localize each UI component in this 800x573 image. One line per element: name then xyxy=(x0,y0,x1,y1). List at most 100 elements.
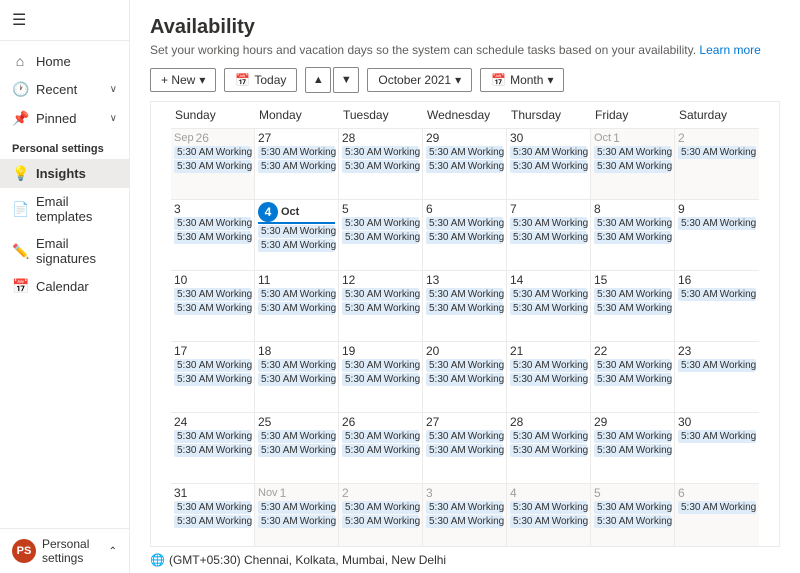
calendar-cell[interactable]: 65:30 AMWorking↻5:30 AMWorking xyxy=(423,200,507,270)
calendar-cell[interactable]: 215:30 AMWorking↻5:30 AMWorking xyxy=(507,342,591,412)
working-bar[interactable]: 5:30 AMWorking↻ xyxy=(594,146,671,159)
view-selector[interactable]: 📅 Month ▾ xyxy=(480,68,564,92)
working-bar[interactable]: 5:30 AMWorking↻ xyxy=(426,359,503,372)
working-bar[interactable]: 5:30 AMWorking xyxy=(174,302,251,315)
calendar-cell[interactable]: 205:30 AMWorking↻5:30 AMWorking xyxy=(423,342,507,412)
working-bar[interactable]: 5:30 AMWorking xyxy=(594,515,671,528)
working-bar[interactable]: 5:30 AMWorking xyxy=(342,302,419,315)
calendar-cell[interactable]: 275:30 AMWorking↻5:30 AMWorking xyxy=(255,129,339,199)
working-bar[interactable]: 5:30 AMWorking↻ xyxy=(174,146,251,159)
working-bar[interactable]: 5:30 AMWorking xyxy=(342,373,419,386)
working-bar[interactable]: 5:30 AMWorking↻ xyxy=(174,217,251,230)
calendar-cell[interactable]: 305:30 AMWorking↻5:30 AMWorking xyxy=(507,129,591,199)
working-bar[interactable]: 5:30 AMWorking↻ xyxy=(342,359,419,372)
calendar-cell[interactable]: 285:30 AMWorking↻5:30 AMWorking xyxy=(507,413,591,483)
working-bar[interactable]: 5:30 AMWorking xyxy=(510,160,587,173)
calendar-cell[interactable]: 175:30 AMWorking↻5:30 AMWorking xyxy=(171,342,255,412)
working-bar[interactable]: 5:30 AMWorking↻ xyxy=(342,146,419,159)
sidebar-item-email-signatures[interactable]: ✏️ Email signatures xyxy=(0,230,129,272)
calendar-cell[interactable]: 75:30 AMWorking↻5:30 AMWorking xyxy=(507,200,591,270)
working-bar[interactable]: 5:30 AMWorking xyxy=(678,217,756,230)
month-selector[interactable]: October 2021 ▾ xyxy=(367,68,472,92)
working-bar[interactable]: 5:30 AMWorking xyxy=(510,444,587,457)
working-bar[interactable]: 5:30 AMWorking xyxy=(174,373,251,386)
working-bar[interactable]: 5:30 AMWorking xyxy=(510,373,587,386)
working-bar[interactable]: 5:30 AMWorking↻ xyxy=(426,217,503,230)
working-bar[interactable]: 5:30 AMWorking↻ xyxy=(258,288,335,301)
calendar-cell[interactable]: 4Oct5:30 AMWorking↻5:30 AMWorking xyxy=(255,200,339,270)
working-bar[interactable]: 5:30 AMWorking xyxy=(174,231,251,244)
working-bar[interactable]: 5:30 AMWorking↻ xyxy=(510,430,587,443)
calendar-cell[interactable]: 305:30 AMWorking xyxy=(675,413,759,483)
calendar-cell[interactable]: 265:30 AMWorking↻5:30 AMWorking xyxy=(339,413,423,483)
working-bar[interactable]: 5:30 AMWorking xyxy=(678,359,756,372)
new-button[interactable]: + New ▾ xyxy=(150,68,216,92)
working-bar[interactable]: 5:30 AMWorking↻ xyxy=(510,359,587,372)
working-bar[interactable]: 5:30 AMWorking xyxy=(258,444,335,457)
calendar-cell[interactable]: 235:30 AMWorking xyxy=(675,342,759,412)
today-button[interactable]: 📅 Today xyxy=(224,68,297,92)
calendar-cell[interactable]: 275:30 AMWorking↻5:30 AMWorking xyxy=(423,413,507,483)
working-bar[interactable]: 5:30 AMWorking xyxy=(258,239,335,252)
calendar-cell[interactable]: 95:30 AMWorking xyxy=(675,200,759,270)
working-bar[interactable]: 5:30 AMWorking↻ xyxy=(594,288,671,301)
working-bar[interactable]: 5:30 AMWorking↻ xyxy=(174,288,251,301)
calendar-cell[interactable]: 155:30 AMWorking↻5:30 AMWorking xyxy=(591,271,675,341)
working-bar[interactable]: 5:30 AMWorking↻ xyxy=(426,430,503,443)
calendar-cell[interactable]: 295:30 AMWorking↻5:30 AMWorking xyxy=(591,413,675,483)
working-bar[interactable]: 5:30 AMWorking xyxy=(594,302,671,315)
working-bar[interactable]: 5:30 AMWorking xyxy=(594,444,671,457)
calendar-cell[interactable]: 45:30 AMWorking↻5:30 AMWorking xyxy=(507,484,591,547)
calendar-cell[interactable]: 195:30 AMWorking↻5:30 AMWorking xyxy=(339,342,423,412)
working-bar[interactable]: 5:30 AMWorking↻ xyxy=(258,501,335,514)
calendar-cell[interactable]: 65:30 AMWorking xyxy=(675,484,759,547)
working-bar[interactable]: 5:30 AMWorking↻ xyxy=(342,217,419,230)
working-bar[interactable]: 5:30 AMWorking xyxy=(174,160,251,173)
working-bar[interactable]: 5:30 AMWorking↻ xyxy=(426,501,503,514)
working-bar[interactable]: 5:30 AMWorking↻ xyxy=(342,288,419,301)
working-bar[interactable]: 5:30 AMWorking↻ xyxy=(594,359,671,372)
calendar-cell[interactable]: 245:30 AMWorking↻5:30 AMWorking xyxy=(171,413,255,483)
working-bar[interactable]: 5:30 AMWorking xyxy=(342,231,419,244)
calendar-cell[interactable]: 25:30 AMWorking xyxy=(675,129,759,199)
working-bar[interactable]: 5:30 AMWorking↻ xyxy=(426,146,503,159)
working-bar[interactable]: 5:30 AMWorking xyxy=(426,373,503,386)
calendar-cell[interactable]: 85:30 AMWorking↻5:30 AMWorking xyxy=(591,200,675,270)
calendar-cell[interactable]: 125:30 AMWorking↻5:30 AMWorking xyxy=(339,271,423,341)
working-bar[interactable]: 5:30 AMWorking xyxy=(258,373,335,386)
calendar-cell[interactable]: 55:30 AMWorking↻5:30 AMWorking xyxy=(339,200,423,270)
working-bar[interactable]: 5:30 AMWorking↻ xyxy=(510,501,587,514)
calendar-cell[interactable]: 35:30 AMWorking↻5:30 AMWorking xyxy=(171,200,255,270)
working-bar[interactable]: 5:30 AMWorking xyxy=(426,231,503,244)
working-bar[interactable]: 5:30 AMWorking xyxy=(174,444,251,457)
working-bar[interactable]: 5:30 AMWorking↻ xyxy=(594,430,671,443)
working-bar[interactable]: 5:30 AMWorking xyxy=(426,444,503,457)
working-bar[interactable]: 5:30 AMWorking xyxy=(258,302,335,315)
working-bar[interactable]: 5:30 AMWorking xyxy=(678,430,756,443)
working-bar[interactable]: 5:30 AMWorking↻ xyxy=(510,146,587,159)
working-bar[interactable]: 5:30 AMWorking xyxy=(426,515,503,528)
working-bar[interactable]: 5:30 AMWorking xyxy=(342,444,419,457)
working-bar[interactable]: 5:30 AMWorking↻ xyxy=(510,288,587,301)
sidebar-item-recent[interactable]: 🕐 Recent ∨ xyxy=(0,75,129,104)
calendar-cell[interactable]: Oct15:30 AMWorking↻5:30 AMWorking xyxy=(591,129,675,199)
calendar-cell[interactable]: 225:30 AMWorking↻5:30 AMWorking xyxy=(591,342,675,412)
working-bar[interactable]: 5:30 AMWorking xyxy=(594,373,671,386)
working-bar[interactable]: 5:30 AMWorking xyxy=(174,515,251,528)
sidebar-item-insights[interactable]: 💡 Insights xyxy=(0,159,129,188)
calendar-cell[interactable]: 55:30 AMWorking↻5:30 AMWorking xyxy=(591,484,675,547)
calendar-cell[interactable]: 285:30 AMWorking↻5:30 AMWorking xyxy=(339,129,423,199)
calendar-cell[interactable]: 145:30 AMWorking↻5:30 AMWorking xyxy=(507,271,591,341)
working-bar[interactable]: 5:30 AMWorking xyxy=(594,231,671,244)
working-bar[interactable]: 5:30 AMWorking xyxy=(426,160,503,173)
working-bar[interactable]: 5:30 AMWorking↻ xyxy=(174,359,251,372)
working-bar[interactable]: 5:30 AMWorking xyxy=(342,160,419,173)
working-bar[interactable]: 5:30 AMWorking xyxy=(258,515,335,528)
working-bar[interactable]: 5:30 AMWorking xyxy=(258,160,335,173)
calendar-cell[interactable]: 165:30 AMWorking xyxy=(675,271,759,341)
calendar-cell[interactable]: 135:30 AMWorking↻5:30 AMWorking xyxy=(423,271,507,341)
sidebar-item-email-templates[interactable]: 📄 Email templates xyxy=(0,188,129,230)
calendar-cell[interactable]: 315:30 AMWorking↻5:30 AMWorking xyxy=(171,484,255,547)
working-bar[interactable]: 5:30 AMWorking xyxy=(426,302,503,315)
working-bar[interactable]: 5:30 AMWorking xyxy=(510,231,587,244)
